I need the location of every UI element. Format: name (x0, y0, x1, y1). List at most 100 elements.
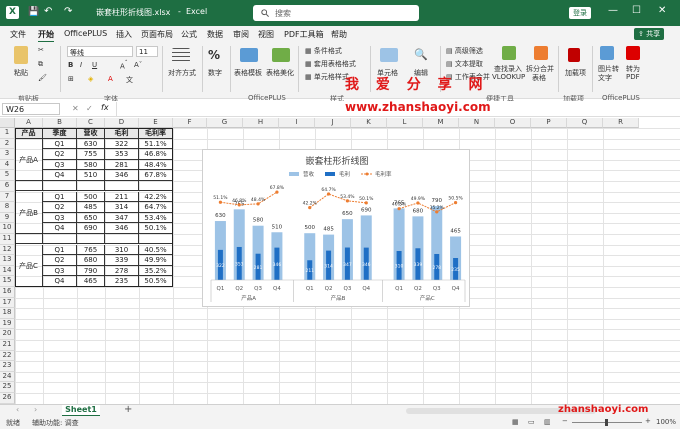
split-merge-icon[interactable] (534, 46, 548, 60)
row-header[interactable]: 6 (0, 181, 15, 192)
page-break-view-icon[interactable]: ▥ (544, 418, 551, 426)
redo-icon[interactable]: ↷ (64, 6, 72, 17)
row-header[interactable]: 3 (0, 149, 15, 160)
prev-sheet-icon[interactable]: ‹ (16, 405, 19, 414)
login-button[interactable]: 登录 (569, 7, 591, 19)
font-name-field[interactable]: 等线 (67, 46, 133, 57)
zoom-level[interactable]: 100% (656, 418, 676, 426)
accessibility-status[interactable]: 辅助功能: 调查 (32, 418, 79, 428)
menu-view[interactable]: 视图 (258, 29, 274, 40)
column-header[interactable]: L (387, 118, 423, 128)
column-header[interactable]: M (423, 118, 459, 128)
table-template-icon[interactable] (240, 48, 258, 62)
row-header[interactable]: 18 (0, 308, 15, 319)
column-header[interactable]: E (139, 118, 173, 128)
column-header[interactable]: P (531, 118, 567, 128)
row-header[interactable]: 15 (0, 276, 15, 287)
zoom-in-icon[interactable]: + (645, 417, 651, 425)
column-header[interactable]: G (207, 118, 243, 128)
row-header[interactable]: 16 (0, 287, 15, 298)
menu-help[interactable]: 帮助 (331, 29, 347, 40)
row-header[interactable]: 11 (0, 234, 15, 245)
row-header[interactable]: 24 (0, 371, 15, 383)
column-header[interactable]: A (15, 118, 43, 128)
column-header[interactable]: F (173, 118, 207, 128)
row-header[interactable]: 25 (0, 382, 15, 393)
menu-page-layout[interactable]: 页面布局 (141, 29, 173, 40)
row-header[interactable]: 1 (0, 128, 15, 139)
row-header[interactable]: 7 (0, 191, 15, 203)
copy-icon[interactable]: ⧉ (38, 60, 43, 69)
row-header[interactable]: 5 (0, 170, 15, 181)
align-icon[interactable] (172, 48, 190, 62)
number-format-icon[interactable]: % (208, 48, 220, 62)
undo-icon[interactable]: ↶ (44, 6, 52, 17)
name-box[interactable]: W26 (2, 103, 60, 115)
zoom-slider-thumb[interactable] (605, 419, 608, 426)
cond-format-button[interactable]: ▦ 条件格式 (305, 46, 342, 56)
minimize-icon[interactable]: — (608, 5, 618, 16)
italic-icon[interactable]: I (80, 61, 82, 69)
menu-pdf-toolbox[interactable]: PDF工具箱 (284, 29, 324, 40)
menu-review[interactable]: 审阅 (233, 29, 249, 40)
menu-officeplus[interactable]: OfficePLUS (64, 29, 107, 38)
column-header[interactable]: Q (567, 118, 603, 128)
row-header[interactable]: 21 (0, 340, 15, 351)
bold-icon[interactable]: B (68, 61, 73, 69)
fill-color-icon[interactable]: ◈ (88, 75, 93, 83)
enter-icon[interactable]: ✓ (86, 104, 93, 113)
cell-style-button[interactable]: ▦ 单元格样式 (305, 72, 349, 82)
save-icon[interactable]: 💾 (28, 7, 39, 17)
to-pdf-icon[interactable] (626, 46, 640, 60)
menu-formulas[interactable]: 公式 (181, 29, 197, 40)
row-header[interactable]: 17 (0, 297, 15, 309)
row-header[interactable]: 19 (0, 318, 15, 330)
menu-home[interactable]: 开始 (38, 29, 54, 43)
image-convert-icon[interactable] (600, 46, 614, 60)
search-box[interactable]: 搜索 (253, 5, 419, 21)
row-header[interactable]: 14 (0, 265, 15, 277)
row-header[interactable]: 13 (0, 255, 15, 266)
column-header[interactable]: K (351, 118, 387, 128)
row-header[interactable]: 26 (0, 393, 15, 404)
column-header[interactable]: H (243, 118, 279, 128)
fx-icon[interactable]: fx (101, 103, 109, 112)
table-format-button[interactable]: ▦ 套用表格格式 (305, 59, 356, 69)
font-grow-icon[interactable]: Aˆ (120, 61, 128, 70)
cut-icon[interactable]: ✂ (38, 46, 44, 54)
addins-icon[interactable] (568, 48, 580, 62)
close-icon[interactable]: ✕ (658, 5, 666, 16)
row-header[interactable]: 8 (0, 202, 15, 213)
row-header[interactable]: 22 (0, 350, 15, 362)
column-header[interactable]: C (77, 118, 105, 128)
table-beautify-icon[interactable] (272, 48, 290, 62)
zoom-out-icon[interactable]: − (562, 417, 568, 425)
menu-insert[interactable]: 插入 (116, 29, 132, 40)
row-header[interactable]: 9 (0, 212, 15, 224)
paste-icon[interactable] (14, 46, 28, 64)
text-extract-button[interactable]: ▤ 文本提取 (446, 59, 483, 69)
column-header[interactable]: J (315, 118, 351, 128)
format-painter-icon[interactable]: 🖌 (38, 74, 47, 82)
edit-icon[interactable]: 🔍 (414, 48, 428, 61)
next-sheet-icon[interactable]: › (34, 405, 37, 414)
lookup-icon[interactable] (502, 46, 516, 60)
advanced-filter-button[interactable]: ▤ 高级筛选 (446, 46, 483, 56)
border-icon[interactable]: ⊞ (68, 75, 74, 83)
cells-icon[interactable] (380, 48, 398, 62)
row-header[interactable]: 20 (0, 329, 15, 340)
row-header[interactable]: 10 (0, 223, 15, 234)
row-header[interactable]: 4 (0, 159, 15, 171)
menu-file[interactable]: 文件 (10, 29, 26, 40)
maximize-icon[interactable]: ☐ (632, 5, 641, 16)
add-sheet-icon[interactable]: + (124, 404, 132, 415)
column-header[interactable]: B (43, 118, 77, 128)
normal-view-icon[interactable]: ▦ (512, 418, 519, 426)
cancel-icon[interactable]: ✕ (72, 104, 79, 113)
underline-icon[interactable]: U (92, 61, 97, 69)
page-layout-view-icon[interactable]: ▭ (528, 418, 535, 426)
font-size-field[interactable]: 11 (136, 46, 158, 57)
select-all-corner[interactable] (0, 118, 15, 128)
row-header[interactable]: 12 (0, 244, 15, 256)
share-button[interactable]: ⇪ 共享 (634, 28, 665, 40)
